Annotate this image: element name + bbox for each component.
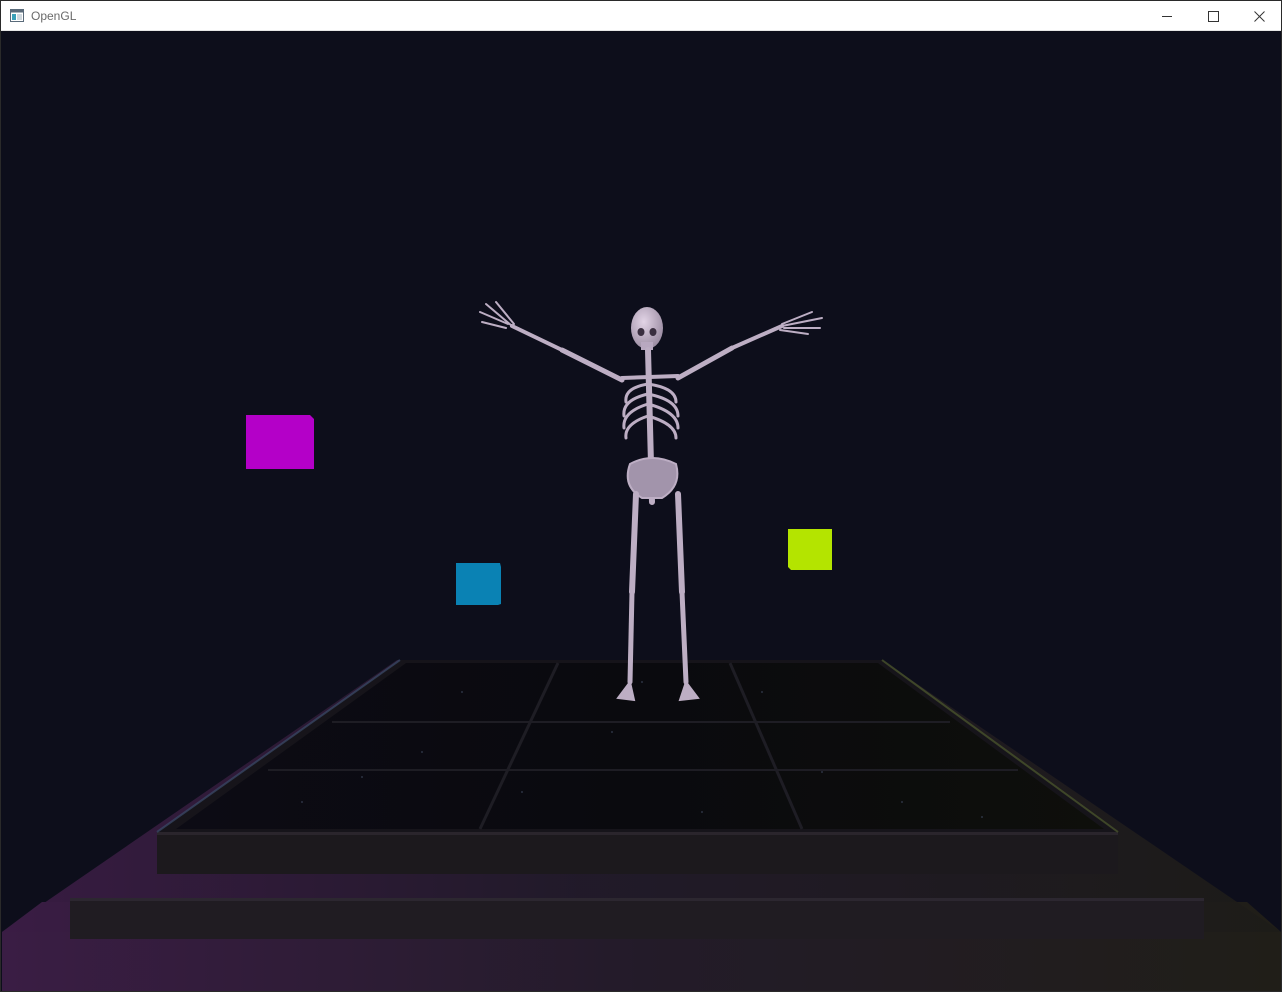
light-cube-blue <box>456 563 501 605</box>
window-title: OpenGL <box>31 9 77 23</box>
maximize-icon <box>1207 10 1219 22</box>
title-bar[interactable]: OpenGL <box>1 1 1281 31</box>
rendered-scene <box>2 32 1281 991</box>
minimize-button[interactable] <box>1144 1 1190 31</box>
light-cube-magenta <box>246 415 314 469</box>
platform-step-upper <box>157 832 1118 874</box>
close-button[interactable] <box>1236 1 1282 31</box>
opengl-viewport[interactable] <box>2 32 1281 991</box>
close-icon <box>1253 10 1265 22</box>
minimize-icon <box>1161 15 1172 17</box>
platform-step-lower <box>70 898 1204 939</box>
opengl-window: OpenGL <box>0 0 1282 992</box>
maximize-button[interactable] <box>1190 1 1236 31</box>
opengl-window-icon <box>10 9 24 22</box>
light-cube-lime <box>788 529 832 570</box>
